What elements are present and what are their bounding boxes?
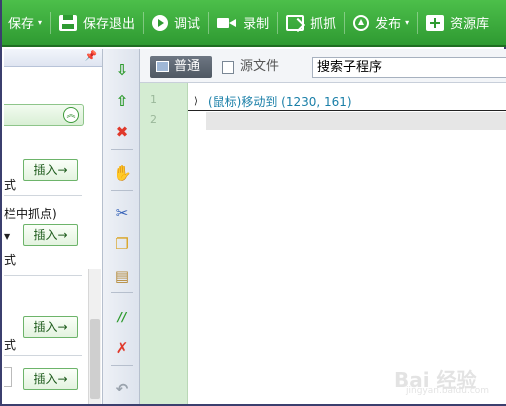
camera-icon [217, 15, 237, 31]
save-menu[interactable]: 保存 ▾ [8, 0, 42, 46]
app-window: 保存 ▾ 保存退出 调试 录制 抓抓 发布 ▾ 资源库 📌 ︽ 插入→ 式 栏中… [0, 0, 506, 406]
undo-icon[interactable]: ↶ [113, 380, 131, 398]
insert-button[interactable]: 插入→ [23, 316, 78, 338]
code-line-current[interactable] [206, 112, 506, 130]
search-subroutine-input[interactable]: 搜索子程序 [312, 57, 506, 78]
save-exit-label: 保存退出 [83, 17, 136, 32]
debug-label: 调试 [174, 17, 201, 32]
toolbar-divider [50, 11, 52, 34]
chevron-down-icon: ▾ [405, 18, 410, 27]
library-icon [426, 14, 445, 31]
toolbar-divider [208, 11, 210, 34]
edit-toolbar: ⇩ ⇧ ✖ ✋ ✂ ❐ ▤ // ✗ ↶ [102, 49, 140, 404]
publish-label: 发布 [375, 17, 402, 32]
toolbar-divider [111, 365, 133, 366]
dropdown-caret-icon[interactable]: ▼ [4, 232, 10, 241]
code-editor[interactable]: ⟩ (鼠标)移动到 (1230, 161) [188, 83, 506, 404]
main-toolbar: 保存 ▾ 保存退出 调试 录制 抓抓 发布 ▾ 资源库 [2, 0, 506, 47]
record-label: 录制 [243, 17, 270, 32]
tab-normal-label: 普通 [174, 59, 201, 74]
scrollbar-thumb[interactable] [90, 319, 100, 399]
grab-button[interactable]: 抓抓 [286, 0, 336, 46]
play-icon [152, 14, 169, 31]
insert-button[interactable]: 插入→ [23, 159, 78, 181]
normal-view-icon [156, 61, 169, 72]
toolbar-divider [111, 149, 133, 150]
save-exit-button[interactable]: 保存退出 [59, 0, 135, 46]
line-number: 2 [150, 113, 157, 126]
save-icon [59, 14, 78, 31]
editor-tab-bar: 普通 源文件 搜索子程序 [140, 49, 506, 83]
command-option-text: 式 [4, 178, 17, 192]
save-label: 保存 [8, 17, 35, 32]
panel-scrollbar[interactable] [88, 269, 101, 404]
move-down-icon[interactable]: ⇩ [113, 61, 131, 79]
line-number-gutter: 1 2 [140, 83, 188, 404]
toolbar-divider [277, 11, 279, 34]
insert-button[interactable]: 插入→ [23, 368, 78, 390]
panel-header: 📌 [4, 49, 102, 67]
source-file-icon [222, 61, 234, 74]
tab-normal[interactable]: 普通 [150, 56, 212, 78]
cut-icon[interactable]: ✂ [113, 204, 131, 222]
code-line-text: (鼠标)移动到 (1230, 161) [208, 95, 352, 109]
delete-icon[interactable]: ✖ [113, 123, 131, 141]
command-panel: 📌 ︽ 插入→ 式 栏中抓点) ▼ 插入→ 式 插入→ 式 插入→ [4, 49, 102, 404]
library-button[interactable]: 资源库 [426, 0, 489, 46]
command-option-text: 栏中抓点) [4, 207, 57, 221]
uncomment-icon[interactable]: ✗ [113, 339, 131, 357]
collapse-icon[interactable]: ︽ [63, 107, 79, 123]
line-marker-icon: ⟩ [194, 96, 198, 107]
code-line[interactable]: ⟩ (鼠标)移动到 (1230, 161) [188, 91, 506, 111]
library-label: 资源库 [450, 17, 490, 32]
tab-source[interactable]: 源文件 [220, 56, 282, 78]
toolbar-divider [344, 11, 346, 34]
toolbar-divider [417, 11, 419, 34]
grab-icon [286, 14, 305, 31]
copy-icon[interactable]: ❐ [113, 235, 131, 253]
toolbar-divider [111, 190, 133, 191]
grab-label: 抓抓 [310, 17, 337, 32]
hand-icon[interactable]: ✋ [113, 164, 132, 182]
line-number: 1 [150, 93, 157, 106]
divider [4, 355, 82, 356]
pin-icon[interactable]: 📌 [85, 51, 97, 62]
insert-button[interactable]: 插入→ [23, 224, 78, 246]
divider [4, 275, 82, 276]
toolbar-divider [111, 292, 133, 293]
publish-icon [353, 14, 370, 31]
comment-icon[interactable]: // [113, 308, 131, 326]
move-up-icon[interactable]: ⇧ [113, 92, 131, 110]
tab-source-label: 源文件 [240, 59, 280, 74]
record-button[interactable]: 录制 [217, 0, 269, 46]
command-option-text: 式 [4, 253, 17, 267]
paste-icon[interactable]: ▤ [113, 267, 131, 285]
divider [4, 195, 82, 196]
debug-button[interactable]: 调试 [152, 0, 200, 46]
toolbar-divider [143, 11, 145, 34]
command-option-text: 式 [4, 338, 17, 352]
option-field[interactable] [4, 367, 12, 387]
chevron-down-icon: ▾ [38, 18, 43, 27]
command-group-header[interactable]: ︽ [4, 104, 84, 126]
publish-menu[interactable]: 发布 ▾ [353, 0, 409, 46]
